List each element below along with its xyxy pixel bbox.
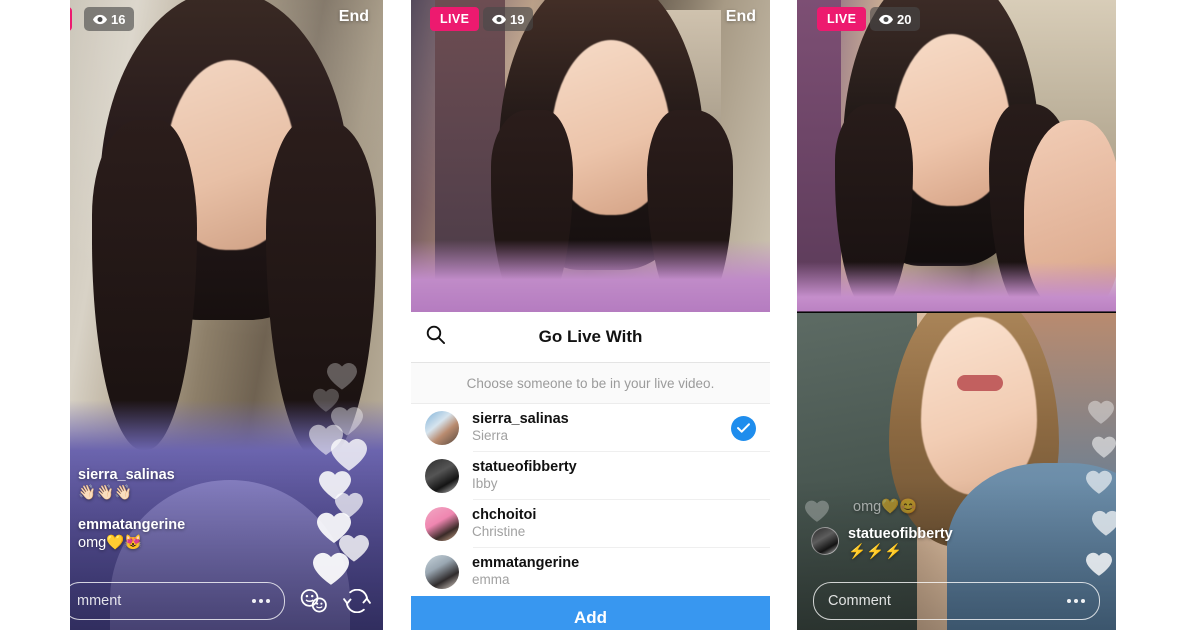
live-comments-3: omg💛😊 statueofibberty ⚡⚡⚡: [797, 498, 1116, 568]
viewer-count-value: 20: [897, 11, 912, 27]
split-screen-divider: [797, 311, 1116, 313]
live-topbar-3: LIVE 20: [797, 0, 1116, 40]
comment-input-placeholder: Comment: [828, 593, 891, 609]
comment-item: sierra_salinas 👋🏻👋🏻👋🏻: [70, 466, 383, 503]
live-bottom-bar-3: Comment: [797, 572, 1116, 630]
comment-input[interactable]: Comment: [813, 582, 1100, 620]
viewer-count-badge[interactable]: 16: [84, 7, 135, 31]
live-topbar-2: LIVE 19 End: [411, 0, 770, 40]
heart-icon: [1092, 436, 1116, 458]
list-item[interactable]: emmatangerine emma: [411, 548, 770, 596]
go-live-with-icon[interactable]: [299, 589, 329, 613]
live-bottom-bar-1: mment: [70, 572, 383, 630]
end-live-button[interactable]: End: [726, 8, 756, 26]
comment-input[interactable]: mment: [70, 582, 285, 620]
search-icon[interactable]: [426, 325, 445, 349]
avatar: [811, 527, 839, 556]
end-live-button[interactable]: End: [339, 8, 369, 26]
list-item[interactable]: chchoitoi Christine: [411, 500, 770, 548]
list-item-username: sierra_salinas: [472, 411, 569, 428]
live-solo-panel: 16 End sierra_salinas 👋🏻👋🏻👋🏻 emmatangeri…: [70, 0, 383, 630]
list-item-username: statueofibberty: [472, 459, 577, 476]
list-item-username: chchoitoi: [472, 507, 537, 524]
comment-text: 👋🏻👋🏻👋🏻: [78, 485, 133, 502]
viewer-count-badge[interactable]: 20: [870, 7, 921, 31]
add-button[interactable]: Add: [411, 596, 770, 630]
comment-username[interactable]: statueofibberty: [848, 525, 953, 543]
comment-input-text: mment: [77, 593, 122, 609]
eye-icon: [879, 14, 893, 24]
viewer-count-value: 16: [111, 11, 126, 27]
more-options-icon[interactable]: [1067, 599, 1099, 603]
live-duo-panel: LIVE 20 omg💛😊 statueofibberty ⚡⚡⚡ Commen…: [797, 0, 1116, 630]
list-item-meta: emmatangerine emma: [472, 555, 756, 589]
live-video-feed-3-top: [797, 0, 1116, 312]
list-item-fullname: Sierra: [472, 428, 509, 444]
screenshot-stage: 16 End sierra_salinas 👋🏻👋🏻👋🏻 emmatangeri…: [0, 0, 1200, 630]
go-live-with-sheet: Go Live With Choose someone to be in you…: [411, 312, 770, 630]
viewer-count-value: 19: [510, 11, 525, 27]
more-options-icon[interactable]: [252, 599, 284, 603]
list-item-fullname: Christine: [472, 524, 526, 540]
sheet-title: Go Live With: [538, 327, 643, 346]
comment-item: statueofibberty ⚡⚡⚡: [811, 525, 1116, 562]
live-topbar-1: 16 End: [70, 0, 383, 40]
list-item-meta: chchoitoi Christine: [472, 507, 756, 541]
comment-item: omg💛😊: [811, 498, 1116, 517]
viewer-count-badge[interactable]: 19: [483, 7, 534, 31]
avatar: [425, 411, 459, 445]
comment-body: statueofibberty ⚡⚡⚡: [848, 525, 953, 562]
comment-item: emmatangerine omg💛😻: [70, 516, 383, 553]
list-item-meta: statueofibberty Ibby: [472, 459, 756, 493]
switch-camera-icon[interactable]: [343, 589, 371, 613]
live-badge-partial: [70, 7, 72, 31]
comment-text: omg💛😊: [853, 499, 918, 516]
comment-text: omg💛😻: [78, 535, 143, 552]
heart-icon: [1086, 470, 1112, 494]
sheet-header: Go Live With: [411, 312, 770, 363]
comment-username[interactable]: emmatangerine: [78, 516, 383, 534]
live-badge: LIVE: [430, 7, 480, 31]
live-video-feed-2: [411, 0, 770, 312]
comment-text: ⚡⚡⚡: [848, 544, 903, 561]
live-comments-1: sierra_salinas 👋🏻👋🏻👋🏻 emmatangerine omg💛…: [70, 466, 383, 566]
avatar: [425, 507, 459, 541]
eye-icon: [93, 14, 107, 24]
go-live-with-panel: LIVE 19 End Go Live With Choose someone …: [411, 0, 770, 630]
avatar: [425, 555, 459, 589]
heart-icon: [1088, 400, 1114, 424]
live-badge: LIVE: [817, 7, 867, 31]
eye-icon: [492, 14, 506, 24]
list-item-meta: sierra_salinas Sierra: [472, 411, 731, 445]
sheet-subtitle: Choose someone to be in your live video.: [411, 363, 770, 404]
list-item[interactable]: sierra_salinas Sierra: [411, 404, 770, 452]
list-item-fullname: emma: [472, 572, 510, 588]
list-item-username: emmatangerine: [472, 555, 580, 572]
user-list: sierra_salinas Sierra statueofibberty Ib…: [411, 404, 770, 596]
list-item[interactable]: statueofibberty Ibby: [411, 452, 770, 500]
avatar: [425, 459, 459, 493]
selected-check-icon[interactable]: [731, 415, 756, 441]
comment-username[interactable]: sierra_salinas: [78, 466, 383, 484]
list-item-fullname: Ibby: [472, 476, 498, 492]
